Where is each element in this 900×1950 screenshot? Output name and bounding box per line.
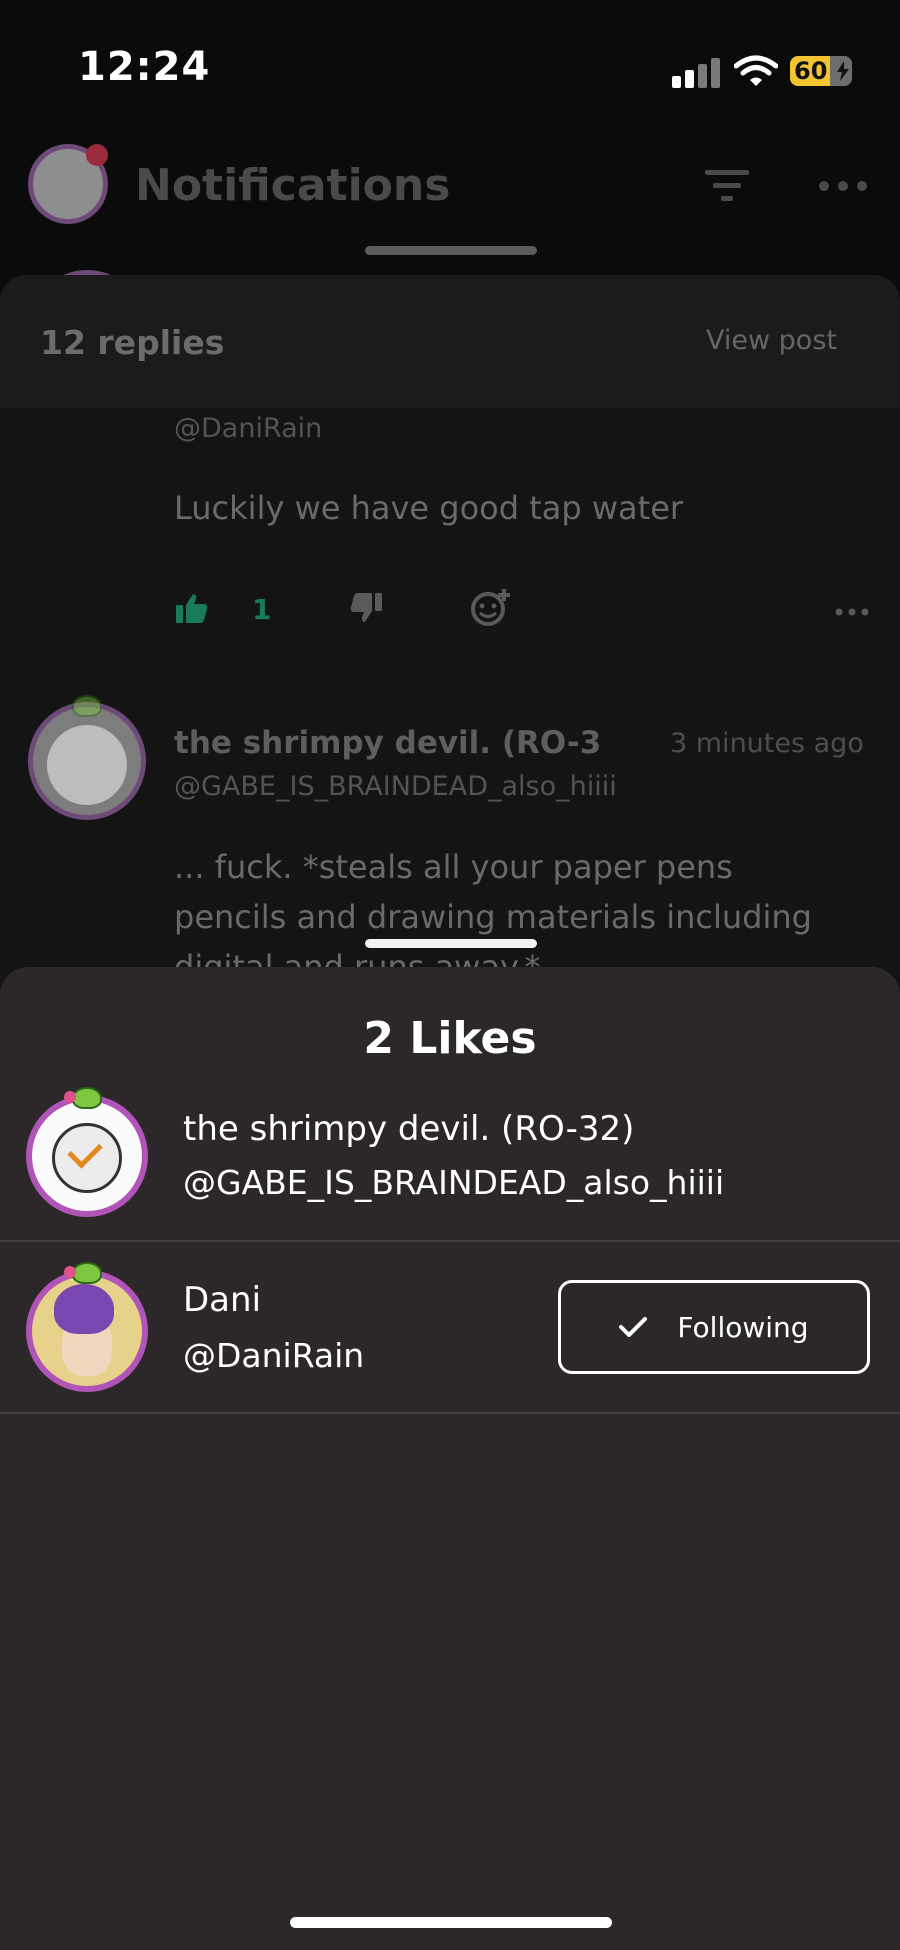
page-title: Notifications	[135, 160, 451, 211]
reply-text: Luckily we have good tap water	[174, 489, 684, 527]
wifi-icon	[734, 55, 778, 86]
like-user-row[interactable]: the shrimpy devil. (RO-32) @GABE_IS_BRAI…	[0, 1067, 900, 1242]
status-bar: 12:24 60	[0, 0, 900, 140]
following-label: Following	[677, 1310, 809, 1344]
replies-count: 12 replies	[40, 323, 225, 362]
filter-icon[interactable]	[703, 168, 751, 204]
frog-badge-icon	[72, 695, 102, 717]
user-handle: @GABE_IS_BRAINDEAD_also_hiiii	[183, 1163, 725, 1202]
view-post-link[interactable]: View post	[706, 325, 837, 356]
following-button[interactable]: Following	[558, 1280, 870, 1374]
charging-bolt-icon	[837, 61, 849, 81]
reply-more-icon[interactable]	[835, 607, 869, 617]
battery-icon: 60	[790, 56, 852, 86]
user-handle: @DaniRain	[183, 1336, 365, 1375]
home-indicator[interactable]	[290, 1917, 612, 1928]
likes-sheet: 2 Likes the shrimpy devil. (RO-32) @GABE…	[0, 967, 900, 1950]
sheet-drag-handle[interactable]	[365, 246, 537, 255]
reply-timestamp: 3 minutes ago	[670, 728, 864, 759]
frog-badge-icon	[72, 1087, 102, 1109]
likes-title: 2 Likes	[363, 1013, 537, 1064]
checkmark-icon	[619, 1317, 648, 1337]
status-time: 12:24	[78, 44, 211, 90]
replies-bar: 12 replies View post	[0, 275, 900, 408]
user-name: Dani	[183, 1280, 262, 1320]
user-avatar[interactable]	[26, 1270, 148, 1392]
reply-handle: @DaniRain	[174, 413, 323, 444]
battery-level: 60	[794, 57, 828, 85]
likes-sheet-drag-handle[interactable]	[365, 939, 537, 948]
notification-dot	[86, 144, 108, 166]
user-name: the shrimpy devil. (RO-32)	[183, 1109, 635, 1149]
like-user-row[interactable]: Dani @DaniRain Following	[0, 1242, 900, 1414]
user-avatar[interactable]	[26, 1095, 148, 1217]
add-reaction-icon[interactable]	[470, 587, 512, 627]
thumbs-up-icon[interactable]	[176, 593, 208, 623]
reply-avatar[interactable]	[28, 702, 146, 820]
heart-icon	[64, 1266, 76, 1278]
reply-author-name: the shrimpy devil. (RO-3	[174, 725, 602, 761]
more-options-icon[interactable]	[818, 180, 868, 192]
reply-handle: @GABE_IS_BRAINDEAD_also_hiiii	[174, 771, 617, 802]
reply-text-line: pencils and drawing materials including	[174, 898, 812, 936]
cellular-signal-icon	[672, 58, 720, 88]
reply-text-line: ... fuck. *steals all your paper pens	[174, 848, 733, 886]
heart-icon	[64, 1091, 76, 1103]
thumbs-down-icon[interactable]	[350, 593, 382, 623]
like-count: 1	[252, 593, 272, 626]
frog-badge-icon	[72, 1262, 102, 1284]
screen: 12:24 60 Notifications @DaniRain Luckily…	[0, 0, 900, 1950]
